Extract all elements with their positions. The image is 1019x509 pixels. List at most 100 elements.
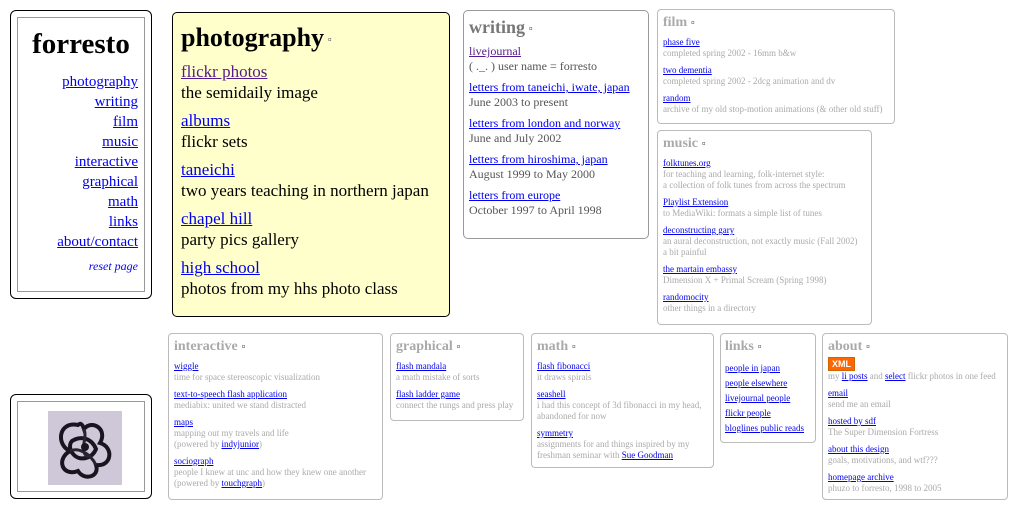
flash-fibonacci-desc: it draws spirals <box>537 372 592 382</box>
knot-photo[interactable] <box>48 411 122 485</box>
nav-interactive[interactable]: interactive <box>75 154 138 170</box>
letters-hiroshima-link[interactable]: letters from hiroshima, japan <box>469 152 608 166</box>
randomocity-desc: other things in a directory <box>663 303 756 313</box>
deconstructing-gary-desc2: a bit painful <box>663 247 707 257</box>
photography-list: flickr photos the semidaily image albums f… <box>181 61 441 299</box>
maps-link[interactable]: maps <box>174 417 193 427</box>
nav-links[interactable]: links <box>109 214 138 230</box>
writing-heading: writing ¤ <box>469 17 643 38</box>
taneichi-link[interactable]: taneichi <box>181 160 235 179</box>
flash-ladder-link[interactable]: flash ladder game <box>396 389 460 399</box>
folktunes-link[interactable]: folktunes.org <box>663 158 711 168</box>
feed-line: my li posts and select flickr photos in … <box>828 371 996 381</box>
seashell-link[interactable]: seashell <box>537 389 566 399</box>
flash-mandala-link[interactable]: flash mandala <box>396 361 446 371</box>
playlist-extension-link[interactable]: Playlist Extension <box>663 197 728 207</box>
livejournal-people-link[interactable]: livejournal people <box>725 393 790 403</box>
indyjunior-link[interactable]: indyjunior <box>221 439 259 449</box>
people-elsewhere-link[interactable]: people elsewhere <box>725 378 787 388</box>
small-star-icon: ¤ <box>691 18 695 27</box>
about-design-link[interactable]: about this design <box>828 444 889 454</box>
about-list: XML my li posts and select flickr photos… <box>828 357 1002 494</box>
phase-five-link[interactable]: phase five <box>663 37 700 47</box>
xml-badge[interactable]: XML <box>828 357 855 371</box>
music-list: folktunes.org for teaching and learning, … <box>663 158 866 314</box>
nav-music[interactable]: music <box>102 134 138 150</box>
math-title: math <box>537 339 569 354</box>
seashell-desc2: abandoned for now <box>537 411 607 421</box>
reset-page-link[interactable]: reset page <box>89 259 138 273</box>
letters-europe-desc: October 1997 to April 1998 <box>469 203 602 217</box>
select-link[interactable]: select <box>885 371 906 381</box>
seashell-desc: i had this concept of 3d fibonacci in my… <box>537 400 702 410</box>
letters-europe-link[interactable]: letters from europe <box>469 188 560 202</box>
high-school-link[interactable]: high school <box>181 258 260 277</box>
livejournal-link[interactable]: livejournal <box>469 44 521 58</box>
sue-goodman-link[interactable]: Sue Goodman <box>622 450 673 460</box>
image-panel <box>10 394 152 499</box>
people-in-japan-link[interactable]: people in japan <box>725 363 780 373</box>
photography-heading: photography ¤ <box>181 23 441 53</box>
martain-embassy-link[interactable]: the martain embassy <box>663 264 737 274</box>
li-posts-link[interactable]: li posts <box>842 371 868 381</box>
math-list: flash fibonacci it draws spirals seashell… <box>537 361 708 461</box>
nav-inner: forresto photography writing film music … <box>17 17 145 292</box>
nav-list: photography writing film music interacti… <box>18 72 144 276</box>
about-title: about <box>828 339 863 354</box>
links-heading: links ¤ <box>725 339 811 355</box>
letters-taneichi-link[interactable]: letters from taneichi, iwate, japan <box>469 80 630 94</box>
wiggle-desc: time for space stereoscopic visualizatio… <box>174 372 320 382</box>
tts-link[interactable]: text-to-speech flash application <box>174 389 287 399</box>
deconstructing-gary-link[interactable]: deconstructing gary <box>663 225 734 235</box>
film-panel: film ¤ phase five completed spring 2002 - … <box>657 9 895 124</box>
nav-about[interactable]: about/contact <box>57 234 138 250</box>
small-star-icon: ¤ <box>456 342 461 351</box>
small-star-icon: ¤ <box>529 24 533 33</box>
flash-ladder-desc: connect the rungs and press play <box>396 400 514 410</box>
taneichi-desc: two years teaching in northern japan <box>181 181 429 200</box>
bloglines-link[interactable]: bloglines public reads <box>725 423 804 433</box>
about-design-desc: goals, motivations, and wtf??? <box>828 455 938 465</box>
albums-desc: flickr sets <box>181 132 248 151</box>
sociograph-link[interactable]: sociograph <box>174 456 214 466</box>
wiggle-link[interactable]: wiggle <box>174 361 199 371</box>
nav-panel: forresto photography writing film music … <box>10 10 152 299</box>
homepage-archive-link[interactable]: homepage archive <box>828 472 894 482</box>
hosted-by-sdf-link[interactable]: hosted by sdf <box>828 416 876 426</box>
nav-writing[interactable]: writing <box>95 94 138 110</box>
livejournal-desc: ( ._. ) user name = forresto <box>469 59 598 73</box>
symmetry-link[interactable]: symmetry <box>537 428 573 438</box>
photography-panel: photography ¤ flickr photos the semidaily … <box>172 12 450 317</box>
photography-title: photography <box>181 23 325 52</box>
writing-list: livejournal( ._. ) user name = forresto … <box>469 44 643 218</box>
email-link[interactable]: email <box>828 388 848 398</box>
small-star-icon: ¤ <box>757 342 762 351</box>
letters-london-link[interactable]: letters from london and norway <box>469 116 620 130</box>
interactive-list: wiggle time for space stereoscopic visual… <box>174 361 377 489</box>
flickr-people-link[interactable]: flickr people <box>725 408 771 418</box>
graphical-heading: graphical ¤ <box>396 339 518 355</box>
flash-fibonacci-link[interactable]: flash fibonacci <box>537 361 590 371</box>
nav-photography[interactable]: photography <box>62 74 138 90</box>
high-school-desc: photos from my hhs photo class <box>181 279 398 298</box>
deconstructing-gary-desc: an aural deconstruction, not exactly mus… <box>663 236 858 246</box>
touchgraph-link[interactable]: touchgraph <box>221 478 262 488</box>
interactive-title: interactive <box>174 339 238 354</box>
two-dementia-desc: completed spring 2002 - 2dcg animation a… <box>663 76 836 86</box>
maps-powered: (powered by indyjunior) <box>174 439 262 449</box>
nav-film[interactable]: film <box>113 114 138 130</box>
random-link[interactable]: random <box>663 93 691 103</box>
nav-math[interactable]: math <box>108 194 138 210</box>
albums-link[interactable]: albums <box>181 111 230 130</box>
chapel-hill-link[interactable]: chapel hill <box>181 209 252 228</box>
writing-panel: writing ¤ livejournal( ._. ) user name = … <box>463 10 649 239</box>
about-heading: about ¤ <box>828 339 1002 355</box>
nav-graphical[interactable]: graphical <box>82 174 138 190</box>
flickr-photos-link[interactable]: flickr photos <box>181 62 267 81</box>
sociograph-powered: (powered by touchgraph) <box>174 478 265 488</box>
site-title: forresto <box>32 28 130 60</box>
randomocity-link[interactable]: randomocity <box>663 292 709 302</box>
martain-embassy-desc: Dimension X + Primal Scream (Spring 1998… <box>663 275 827 285</box>
two-dementia-link[interactable]: two dementia <box>663 65 712 75</box>
film-heading: film ¤ <box>663 15 889 31</box>
